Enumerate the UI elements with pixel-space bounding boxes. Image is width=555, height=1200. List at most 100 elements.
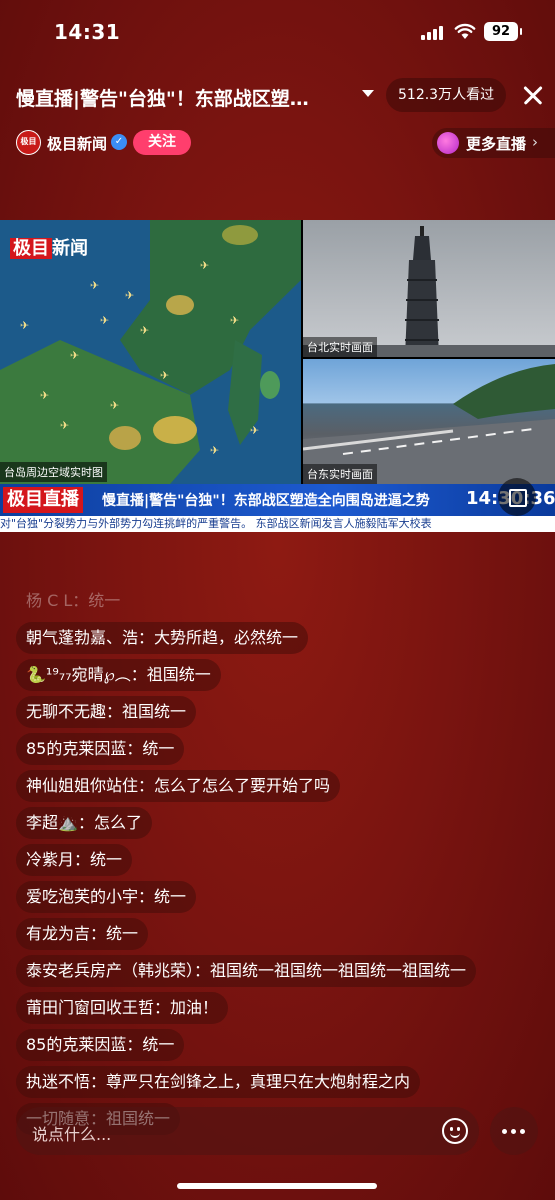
- plane-icon: ✈: [110, 399, 120, 412]
- comment-username[interactable]: 李超⛰️: [26, 813, 78, 832]
- comment-message: 统一: [142, 739, 175, 758]
- comment-item[interactable]: 朝气蓬勃嘉、浩：大势所趋，必然统一: [16, 622, 309, 654]
- news-ticker: 极目直播 慢直播|警告"台独"！东部战区塑造全向围岛进逼之势 14:30:36: [0, 484, 555, 516]
- comment-username[interactable]: 莆田门窗回收王哲: [26, 998, 154, 1017]
- comment-separator: ：: [74, 850, 91, 869]
- comment-item[interactable]: 神仙姐姐你站住：怎么了怎么了要开始了吗: [16, 770, 341, 802]
- follow-button[interactable]: 关注: [133, 130, 191, 155]
- plane-icon: ✈: [125, 289, 135, 302]
- comment-item[interactable]: 执迷不悟：尊严只在剑锋之上，真理只在大炮射程之内: [16, 1066, 421, 1098]
- comment-item[interactable]: 爱吃泡芙的小宇：统一: [16, 881, 197, 913]
- comment-separator: ：: [72, 591, 89, 610]
- airspace-map: 极目 新闻 ✈ ✈ ✈ ✈ ✈ ✈ ✈ ✈ ✈ ✈ ✈ ✈ ✈ ✈ 台岛周边空域实…: [0, 220, 301, 484]
- comment-item[interactable]: 85的克莱因蓝：统一: [16, 1029, 185, 1061]
- comment-message: 统一: [88, 591, 121, 610]
- comment-item[interactable]: 无聊不无趣：祖国统一: [16, 696, 197, 728]
- ticker-brand: 极目直播: [3, 487, 83, 513]
- map-label: 台岛周边空域实时图: [0, 462, 107, 482]
- comment-list[interactable]: 杨 C L：统一 朝气蓬勃嘉、浩：大势所趋，必然统一 🐍¹⁹₇₇宛晴℘︵：祖国统一无…: [16, 585, 486, 1140]
- more-live-icon: [437, 132, 459, 154]
- title-dropdown-icon[interactable]: [362, 90, 374, 97]
- comment-separator: ：: [126, 739, 143, 758]
- comment-separator: ：: [154, 998, 171, 1017]
- cellular-signal-icon: [421, 26, 447, 40]
- more-live-label: 更多直播: [466, 135, 527, 153]
- comment-username[interactable]: 执迷不悟: [26, 1072, 90, 1091]
- comment-message: 统一: [154, 887, 187, 906]
- comment-message: 怎么了: [93, 813, 142, 832]
- taitung-camera-feed: 台东实时画面: [303, 359, 555, 484]
- emoji-icon[interactable]: [442, 1118, 468, 1144]
- viewer-count[interactable]: 512.3万人看过: [386, 78, 507, 112]
- comment-separator: ：: [77, 813, 94, 832]
- comment-username[interactable]: 🐍¹⁹₇₇宛晴℘︵: [26, 665, 131, 684]
- comment-username[interactable]: 泰安老兵房产（韩兆荣）: [26, 961, 194, 980]
- live-title[interactable]: 慢直播|警告"台独"！东部战区塑…: [16, 84, 356, 111]
- status-bar: 14:31 92: [0, 0, 555, 62]
- comment-input[interactable]: 说点什么...: [16, 1107, 479, 1155]
- comment-username[interactable]: 冷紫月: [26, 850, 74, 869]
- video-player[interactable]: 极目 新闻 ✈ ✈ ✈ ✈ ✈ ✈ ✈ ✈ ✈ ✈ ✈ ✈ ✈ ✈ 台岛周边空域实…: [0, 220, 555, 532]
- plane-icon: ✈: [200, 259, 210, 272]
- close-button[interactable]: [518, 80, 548, 110]
- comment-separator: ：: [194, 961, 211, 980]
- more-live-button[interactable]: 更多直播 ›: [432, 128, 555, 158]
- comment-message: 大势所趋，必然统一: [154, 628, 299, 647]
- comment-item[interactable]: 泰安老兵房产（韩兆荣）：祖国统一祖国统一祖国统一祖国统一: [16, 955, 477, 987]
- channel-name[interactable]: 极目新闻: [47, 133, 107, 154]
- battery-indicator: 92: [484, 22, 522, 41]
- plane-icon: ✈: [60, 419, 70, 432]
- plane-icon: ✈: [70, 349, 80, 362]
- comment-message: 加油！: [170, 998, 219, 1017]
- comment-username[interactable]: 神仙姐姐你站住: [26, 776, 138, 795]
- status-time: 14:31: [54, 20, 121, 44]
- comment-message: 祖国统一祖国统一祖国统一祖国统一: [210, 961, 467, 980]
- comment-username[interactable]: 无聊不无趣: [26, 702, 106, 721]
- taipei-camera-feed: 台北实时画面: [303, 220, 555, 357]
- comment-separator: ：: [90, 924, 107, 943]
- comment-message: 祖国统一: [122, 702, 187, 721]
- comment-separator: ：: [90, 1072, 107, 1091]
- comment-separator: ：: [106, 702, 123, 721]
- sub-ticker: 对"台独"分裂势力与外部势力勾连挑衅的严重警告。 东部战区新闻发言人施毅陆军大校…: [0, 516, 555, 532]
- wifi-icon: [454, 23, 476, 39]
- comment-username[interactable]: 85的克莱因蓝: [26, 739, 126, 758]
- plane-icon: ✈: [210, 444, 220, 457]
- comment-username[interactable]: 85的克莱因蓝: [26, 1035, 126, 1054]
- comment-item[interactable]: 冷紫月：统一: [16, 844, 133, 876]
- comment-separator: ：: [126, 1035, 143, 1054]
- comment-username[interactable]: 爱吃泡芙的小宇: [26, 887, 138, 906]
- comment-input-placeholder: 说点什么...: [32, 1125, 112, 1144]
- fullscreen-button[interactable]: [498, 478, 536, 516]
- comment-username[interactable]: 杨 C L: [26, 591, 72, 610]
- ticker-headline: 慢直播|警告"台独"！东部战区塑造全向围岛进逼之势: [102, 493, 430, 509]
- comment-item[interactable]: 杨 C L：统一: [16, 585, 130, 617]
- comment-item[interactable]: 李超⛰️：怎么了: [16, 807, 152, 839]
- plane-icon: ✈: [100, 314, 110, 327]
- plane-icon: ✈: [160, 369, 170, 382]
- comment-item[interactable]: 85的克莱因蓝：统一: [16, 733, 185, 765]
- comment-message: 统一: [90, 850, 123, 869]
- comment-message: 祖国统一: [146, 665, 211, 684]
- comment-username[interactable]: 朝气蓬勃嘉、浩: [26, 628, 138, 647]
- comment-separator: ：: [138, 776, 155, 795]
- comment-message: 统一: [142, 1035, 175, 1054]
- comment-item[interactable]: 🐍¹⁹₇₇宛晴℘︵：祖国统一: [16, 659, 221, 691]
- plane-icon: ✈: [140, 324, 150, 337]
- comment-item[interactable]: 有龙为吉：统一: [16, 918, 149, 950]
- plane-icon: ✈: [90, 279, 100, 292]
- more-options-button[interactable]: [490, 1107, 538, 1155]
- comment-message: 尊严只在剑锋之上，真理只在大炮射程之内: [106, 1072, 411, 1091]
- comment-separator: ：: [138, 887, 155, 906]
- plane-icon: ✈: [250, 424, 260, 437]
- comment-username[interactable]: 有龙为吉: [26, 924, 90, 943]
- comment-separator: ：: [138, 628, 155, 647]
- channel-avatar[interactable]: 极目: [16, 130, 41, 155]
- taipei-camera-label: 台北实时画面: [303, 337, 377, 357]
- plane-icon: ✈: [230, 314, 240, 327]
- comment-message: 统一: [106, 924, 139, 943]
- plane-icon: ✈: [40, 389, 50, 402]
- comment-item[interactable]: 莆田门窗回收王哲：加油！: [16, 992, 229, 1024]
- brand-watermark: 极目 新闻: [10, 234, 88, 260]
- comment-separator: ：: [130, 665, 147, 684]
